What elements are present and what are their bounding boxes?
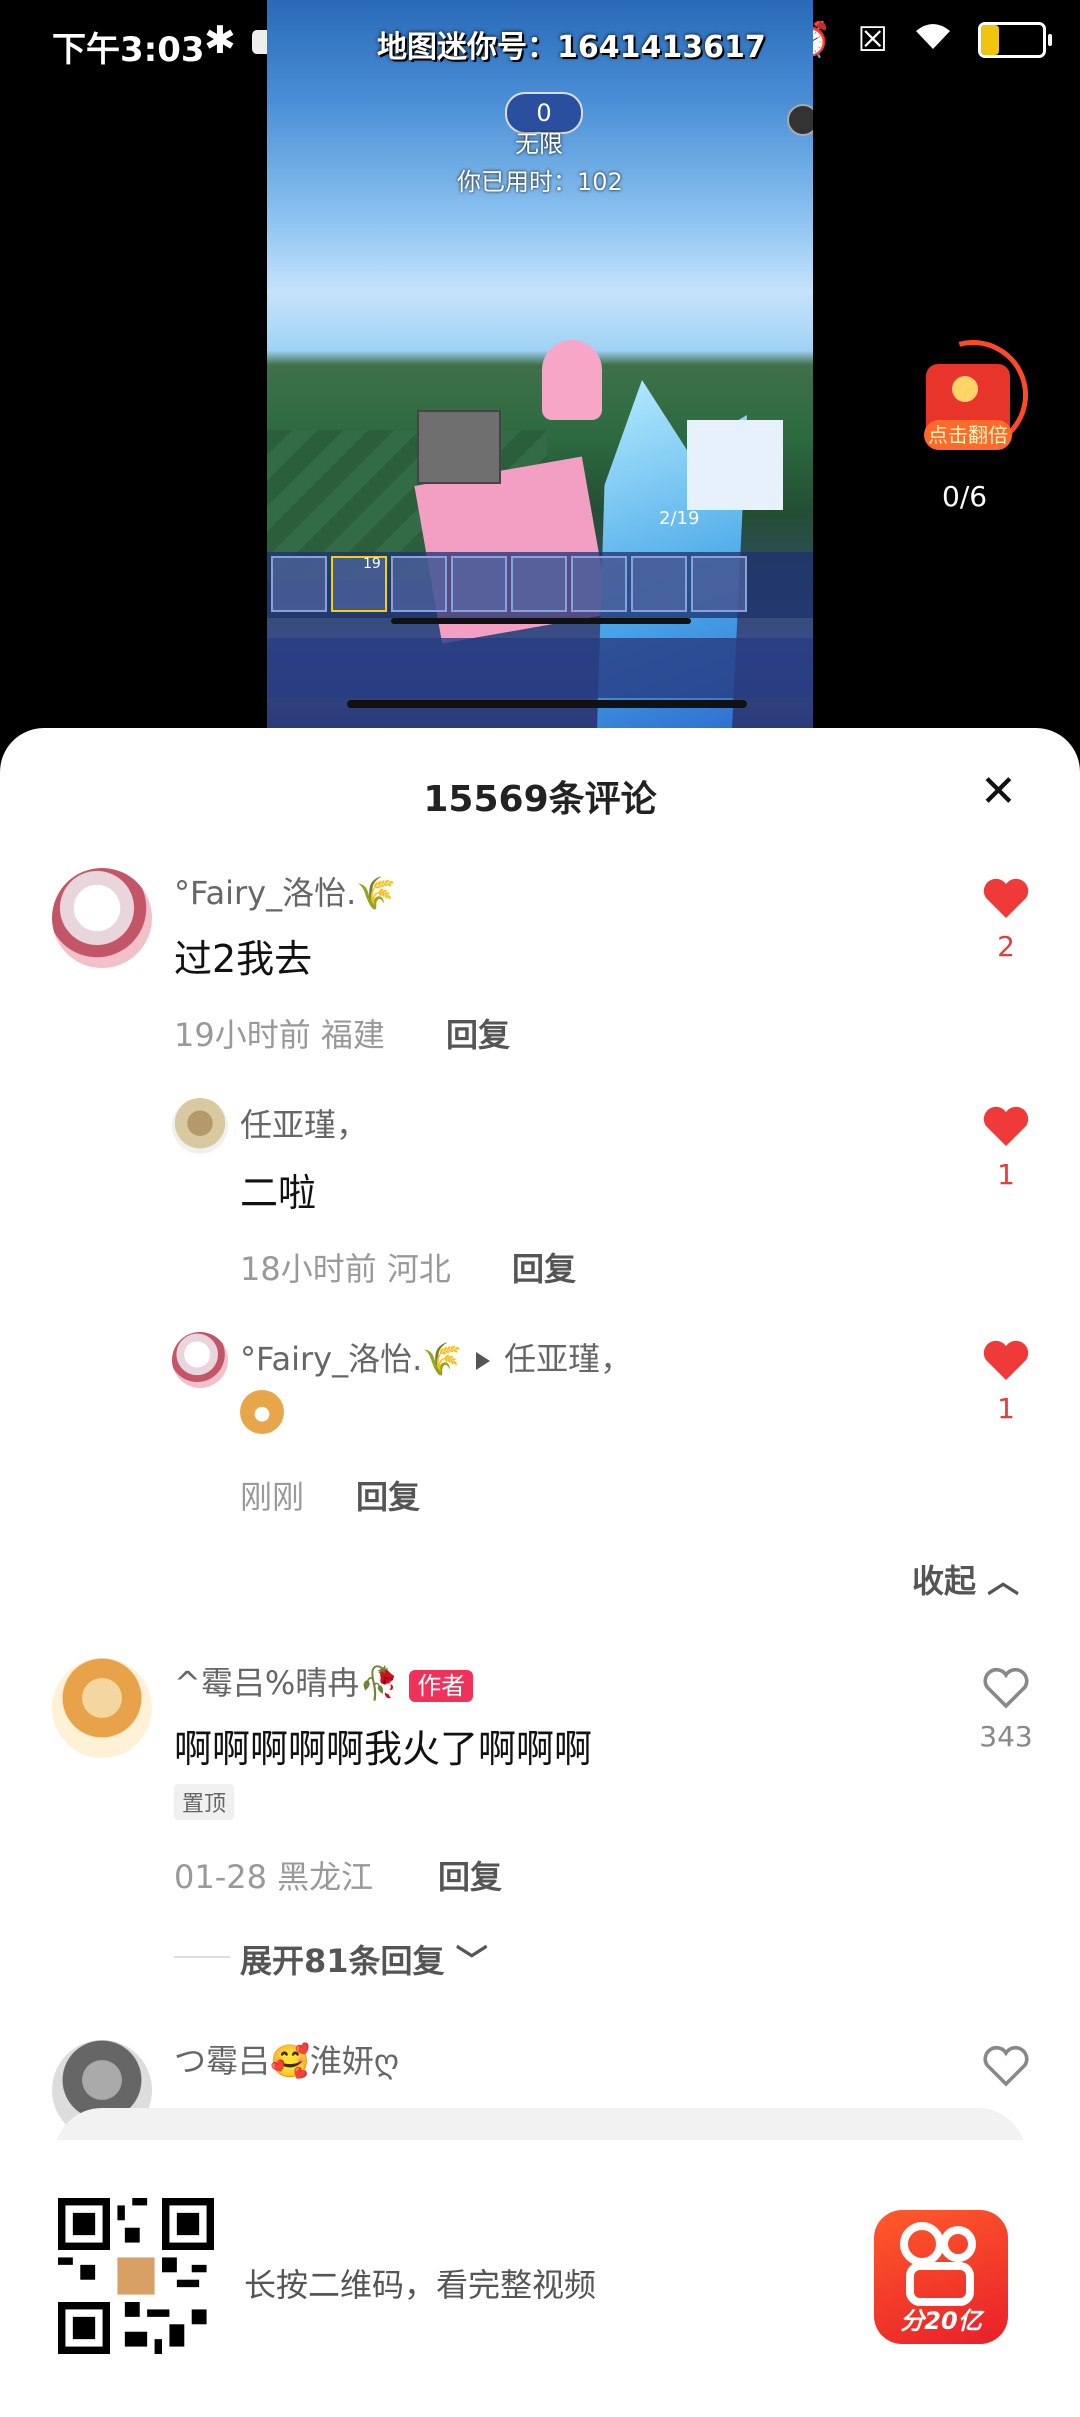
comment-text: 过2我去 [174,937,313,981]
video-scrubber[interactable] [347,700,747,708]
game-stone-block [417,410,501,484]
hotbar-slot [391,556,447,612]
collapse-label: 收起 [912,1562,977,1600]
video-overlay-title: 地图迷你号：1641413617 [377,30,766,65]
reply-button[interactable]: 回复 [438,1852,502,1898]
reply-meta: 刚刚 [240,1478,305,1516]
game-mode-label: 无限 [515,130,563,158]
comment-username-line[interactable]: ^霉吕%晴冉🥀 作者 [174,1658,474,1704]
red-packet-label: 点击翻倍 [924,420,1012,450]
video-player[interactable]: 地图迷你号：1641413617 0 无限 你已用时：102 2/19 19 [267,0,813,730]
like-heart-icon[interactable] [982,1104,1030,1152]
reply-button[interactable]: 回复 [356,1472,420,1518]
divider-dash [174,1956,230,1958]
hotbar-slot [271,556,327,612]
reply-button[interactable]: 回复 [512,1244,576,1290]
share-banner: 长按二维码，看完整视频 分20亿 [0,2140,1080,2417]
sim-off-icon: ☒ [857,20,888,60]
reply-username[interactable]: 任亚瑾， [240,1100,368,1146]
game-snow-block [687,420,783,510]
reply-username-line[interactable]: °Fairy_洛怡.🌾 任亚瑾， [240,1334,632,1380]
close-icon[interactable]: ✕ [980,766,1017,817]
comment-count-title: 15569条评论 [423,779,657,820]
status-time: 下午3:03 [52,30,205,70]
video-progress-bar[interactable] [391,618,691,624]
battery-icon: 29 [978,22,1052,58]
game-hotbar-reflection [267,638,813,698]
wifi-icon [914,20,952,60]
like-count: 1 [997,1392,1015,1425]
kuaishou-app-icon[interactable]: 分20亿 [874,2210,1008,2344]
hotbar-count: 19 [363,556,381,572]
reply-target-username[interactable]: 任亚瑾， [504,1340,632,1378]
like-heart-icon[interactable] [982,1338,1030,1386]
comment-username[interactable]: つ霉吕🥰淮妍ღ [174,2036,399,2082]
hotbar-slot [571,556,627,612]
expand-label: 展开81条回复 [240,1942,445,1980]
status-icons: ⏰ ☒ 29 [789,20,1052,60]
battery-text: 29 [998,28,1026,52]
avatar[interactable] [172,1332,228,1388]
game-hotbar [267,552,813,618]
like-count: 343 [979,1720,1033,1753]
battery-fill [981,25,999,55]
red-packet-progress: 0/6 [942,480,988,513]
author-badge: 作者 [409,1670,474,1702]
reply-button[interactable]: 回复 [446,1010,510,1056]
reply-text: 二啦 [240,1171,317,1215]
banner-text: 长按二维码，看完整视频 [244,2266,597,2304]
collapse-replies-button[interactable]: 收起 ︿ [912,1556,1019,1602]
expand-replies-button[interactable]: 展开81条回复 ﹀ [240,1936,488,1982]
like-count: 1 [997,1158,1015,1191]
chevron-down-icon: ﹀ [455,1942,488,1980]
avatar[interactable] [52,868,152,968]
pinned-badge: 置顶 [174,1784,235,1820]
hotbar-slot [631,556,687,612]
game-character [542,340,602,420]
game-time-used: 你已用时：102 [457,168,623,196]
comment-username[interactable]: °Fairy_洛怡.🌾 [174,868,396,914]
hotbar-slot [451,556,507,612]
coin-icon [952,376,978,402]
red-packet-button[interactable]: 点击翻倍 [897,319,1049,471]
reply-arrow-icon [476,1352,491,1370]
reply-username[interactable]: °Fairy_洛怡.🌾 [240,1340,462,1378]
camera-icon [787,104,813,136]
like-heart-icon[interactable] [982,876,1030,924]
qr-code[interactable] [58,2198,214,2354]
like-heart-outline-icon[interactable] [982,1666,1030,1714]
like-heart-outline-icon[interactable] [982,2044,1030,2092]
app-badge-text: 分20亿 [900,2307,982,2335]
doge-emoji-icon [240,1390,284,1434]
comment-meta: 01-28 黑龙江 [174,1858,374,1896]
hotbar-slot [511,556,567,612]
bluetooth-icon: ✱ [204,18,236,62]
like-count: 2 [997,930,1015,963]
comment-username[interactable]: ^霉吕%晴冉🥀 [174,1664,399,1702]
chevron-up-icon: ︿ [987,1562,1020,1600]
comment-meta: 19小时前 福建 [174,1016,385,1054]
game-counter-text: 2/19 [659,508,700,529]
reply-meta: 18小时前 河北 [240,1250,451,1288]
hotbar-slot [691,556,747,612]
avatar[interactable] [172,1098,228,1154]
comment-text: 啊啊啊啊啊我火了啊啊啊 [174,1727,593,1771]
avatar[interactable] [52,1658,152,1758]
